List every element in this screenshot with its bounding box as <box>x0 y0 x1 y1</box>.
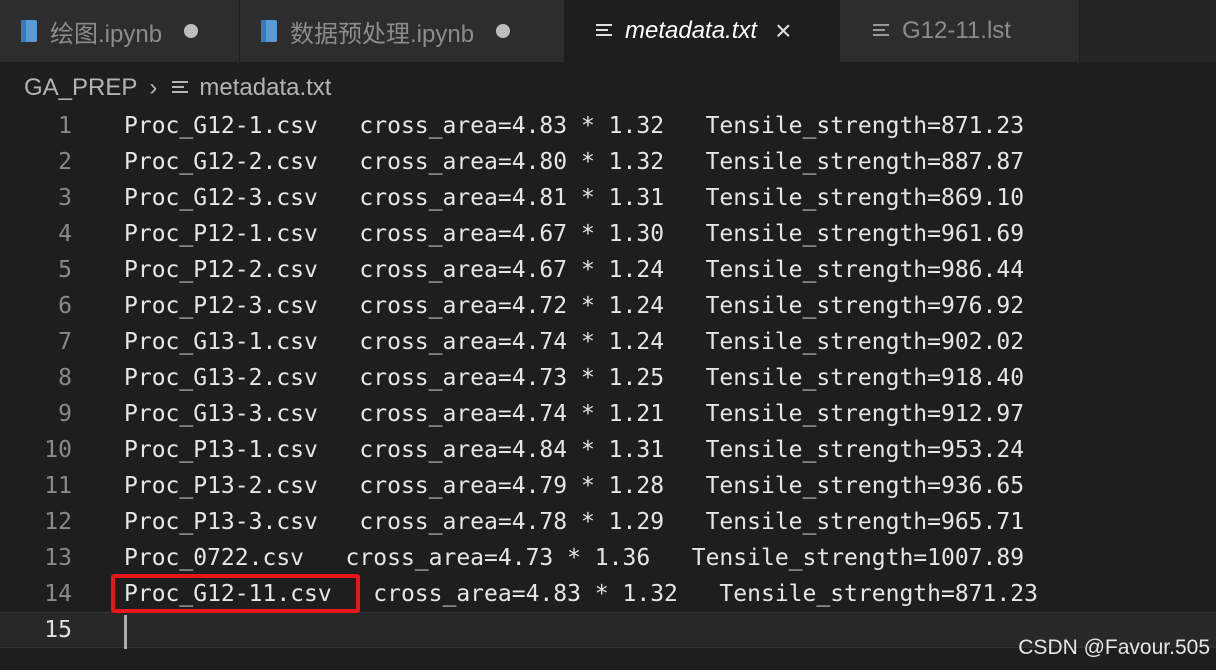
line-number: 7 <box>58 329 72 355</box>
line-text[interactable]: Proc_P13-2.csv cross_area=4.79 * 1.28 Te… <box>124 473 1024 499</box>
text-file-icon <box>872 22 890 40</box>
editor-line[interactable]: 11 Proc_P13-2.csv cross_area=4.79 * 1.28 … <box>0 468 1216 504</box>
tab-label: 绘图.ipynb <box>50 20 163 48</box>
text-file-icon <box>171 79 189 97</box>
line-number: 14 <box>44 581 72 607</box>
editor-line[interactable]: 8 Proc_G13-2.csv cross_area=4.73 * 1.25 T… <box>0 360 1216 396</box>
tab-label: metadata.txt <box>625 17 758 44</box>
line-number: 2 <box>58 149 72 175</box>
highlight-annotation <box>111 574 360 613</box>
breadcrumb: GA_PREP › metadata.txt <box>24 72 331 104</box>
line-text[interactable]: Proc_G12-1.csv cross_area=4.83 * 1.32 Te… <box>124 113 1024 139</box>
breadcrumb-folder[interactable]: GA_PREP <box>24 74 137 102</box>
watermark: CSDN @Favour.505 <box>1018 636 1210 659</box>
line-number: 13 <box>44 545 72 571</box>
line-number: 6 <box>58 293 72 319</box>
unsaved-dot-icon[interactable] <box>496 24 511 38</box>
tab-huitu-notebook[interactable]: 绘图.ipynb <box>0 0 240 62</box>
code-editor[interactable]: 1 Proc_G12-1.csv cross_area=4.83 * 1.32 T… <box>0 108 1216 649</box>
line-text[interactable]: Proc_P13-1.csv cross_area=4.84 * 1.31 Te… <box>124 437 1024 463</box>
line-text[interactable]: Proc_G12-3.csv cross_area=4.81 * 1.31 Te… <box>124 185 1024 211</box>
editor-line[interactable]: 2 Proc_G12-2.csv cross_area=4.80 * 1.32 T… <box>0 144 1216 180</box>
line-number: 5 <box>58 257 72 283</box>
line-number: 3 <box>58 185 72 211</box>
tab-label: 数据预处理.ipynb <box>290 20 475 48</box>
line-number: 11 <box>44 473 72 499</box>
text-file-icon <box>595 22 613 40</box>
line-text[interactable]: Proc_P13-3.csv cross_area=4.78 * 1.29 Te… <box>124 509 1024 535</box>
line-text[interactable]: Proc_G12-2.csv cross_area=4.80 * 1.32 Te… <box>124 149 1024 175</box>
tab-label: G12-11.lst <box>902 17 1011 44</box>
notebook-icon <box>20 19 38 43</box>
tab-preprocess-notebook[interactable]: 数据预处理.ipynb <box>240 0 565 62</box>
editor-line[interactable]: 3 Proc_G12-3.csv cross_area=4.81 * 1.31 T… <box>0 180 1216 216</box>
unsaved-dot-icon[interactable] <box>184 24 199 38</box>
chevron-right-icon: › <box>149 74 158 101</box>
editor-line[interactable]: 5 Proc_P12-2.csv cross_area=4.67 * 1.24 T… <box>0 252 1216 288</box>
line-number: 8 <box>58 365 72 391</box>
line-number: 1 <box>58 113 72 139</box>
text-cursor <box>124 615 127 649</box>
editor-line[interactable]: 7 Proc_G13-1.csv cross_area=4.74 * 1.24 T… <box>0 324 1216 360</box>
notebook-icon <box>260 19 278 43</box>
tab-g12-11-lst[interactable]: G12-11.lst <box>840 0 1080 62</box>
editor-line[interactable]: 12 Proc_P13-3.csv cross_area=4.78 * 1.29 … <box>0 504 1216 540</box>
tab-metadata-txt[interactable]: metadata.txt × <box>565 0 840 62</box>
line-text[interactable]: Proc_P12-1.csv cross_area=4.67 * 1.30 Te… <box>124 221 1024 247</box>
line-text[interactable]: Proc_P12-3.csv cross_area=4.72 * 1.24 Te… <box>124 293 1024 319</box>
editor-line[interactable]: 10 Proc_P13-1.csv cross_area=4.84 * 1.31 … <box>0 432 1216 468</box>
editor-line[interactable]: 1 Proc_G12-1.csv cross_area=4.83 * 1.32 T… <box>0 108 1216 144</box>
line-number: 12 <box>44 509 72 535</box>
line-number: 9 <box>58 401 72 427</box>
editor-line[interactable]: 13 Proc_0722.csv cross_area=4.73 * 1.36 T… <box>0 540 1216 576</box>
editor-line[interactable]: 4 Proc_P12-1.csv cross_area=4.67 * 1.30 T… <box>0 216 1216 252</box>
line-text[interactable]: Proc_P12-2.csv cross_area=4.67 * 1.24 Te… <box>124 257 1024 283</box>
breadcrumb-file[interactable]: metadata.txt <box>199 74 331 102</box>
line-text[interactable]: Proc_G13-2.csv cross_area=4.73 * 1.25 Te… <box>124 365 1024 391</box>
line-number: 15 <box>44 617 72 643</box>
tab-bar: 绘图.ipynb 数据预处理.ipynb metadata.txt × G12-… <box>0 0 1216 62</box>
line-number: 4 <box>58 221 72 247</box>
line-text[interactable]: Proc_G13-3.csv cross_area=4.74 * 1.21 Te… <box>124 401 1024 427</box>
line-text[interactable]: Proc_G13-1.csv cross_area=4.74 * 1.24 Te… <box>124 329 1024 355</box>
line-number: 10 <box>44 437 72 463</box>
editor-line[interactable]: 9 Proc_G13-3.csv cross_area=4.74 * 1.21 T… <box>0 396 1216 432</box>
editor-line[interactable]: 6 Proc_P12-3.csv cross_area=4.72 * 1.24 T… <box>0 288 1216 324</box>
line-text[interactable]: Proc_0722.csv cross_area=4.73 * 1.36 Ten… <box>124 545 1024 571</box>
close-icon[interactable]: × <box>775 17 791 45</box>
